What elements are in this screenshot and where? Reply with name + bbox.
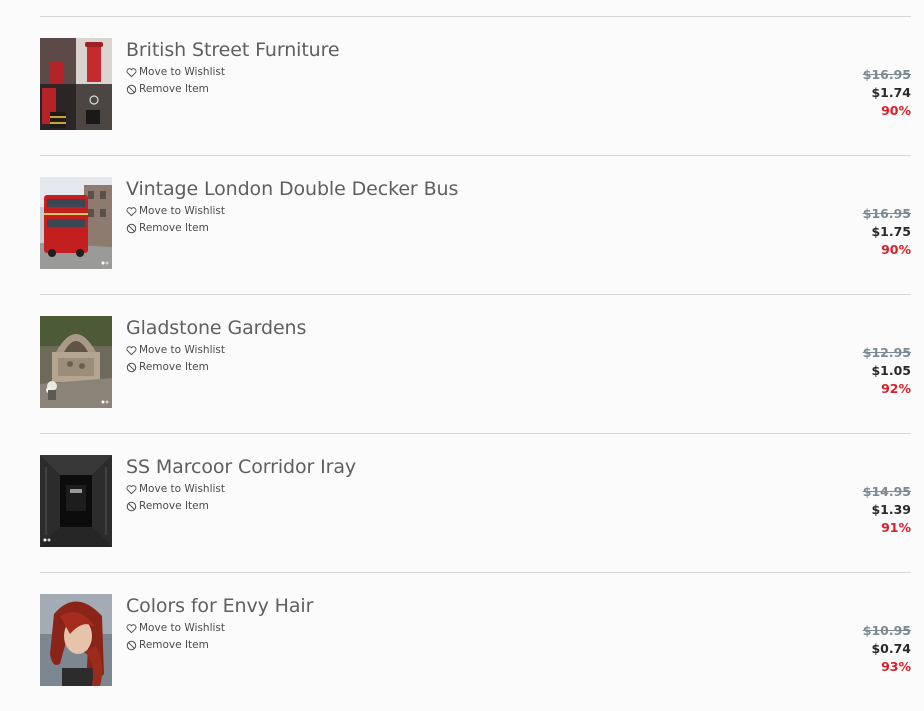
product-title[interactable]: Gladstone Gardens: [126, 317, 306, 339]
discount-percent: 93%: [881, 659, 911, 674]
cart-item: Colors for Envy Hair Move to Wishlist Re…: [40, 572, 911, 711]
remove-item-label: Remove Item: [139, 222, 209, 234]
ban-icon: [126, 362, 137, 373]
remove-item-link[interactable]: Remove Item: [126, 222, 209, 234]
sale-price: $1.05: [871, 363, 911, 378]
product-thumbnail[interactable]: [40, 455, 112, 547]
sale-price: $1.75: [871, 224, 911, 239]
move-to-wishlist-label: Move to Wishlist: [139, 344, 225, 356]
sale-price: $1.74: [871, 85, 911, 100]
price-block: $14.95 $1.39 91%: [863, 483, 911, 537]
product-thumbnail[interactable]: [40, 177, 112, 269]
product-thumbnail[interactable]: [40, 594, 112, 686]
heart-outline-icon: [126, 623, 137, 634]
heart-outline-icon: [126, 484, 137, 495]
remove-item-label: Remove Item: [139, 500, 209, 512]
discount-percent: 91%: [881, 520, 911, 535]
move-to-wishlist-link[interactable]: Move to Wishlist: [126, 205, 225, 217]
discount-percent: 92%: [881, 381, 911, 396]
heart-outline-icon: [126, 206, 137, 217]
sale-price: $1.39: [871, 502, 911, 517]
price-block: $10.95 $0.74 93%: [863, 622, 911, 676]
ban-icon: [126, 223, 137, 234]
original-price: $16.95: [862, 206, 911, 221]
cart-item-list: British Street Furniture Move to Wishlis…: [40, 16, 911, 711]
price-block: $16.95 $1.74 90%: [863, 66, 911, 120]
cart-item: British Street Furniture Move to Wishlis…: [40, 16, 911, 155]
product-title[interactable]: SS Marcoor Corridor Iray: [126, 456, 356, 478]
move-to-wishlist-label: Move to Wishlist: [139, 483, 225, 495]
move-to-wishlist-label: Move to Wishlist: [139, 205, 225, 217]
remove-item-link[interactable]: Remove Item: [126, 639, 209, 651]
cart-item: Gladstone Gardens Move to Wishlist Remov…: [40, 294, 911, 433]
move-to-wishlist-label: Move to Wishlist: [139, 622, 225, 634]
product-thumbnail[interactable]: [40, 316, 112, 408]
discount-percent: 90%: [881, 242, 911, 257]
cart-item: SS Marcoor Corridor Iray Move to Wishlis…: [40, 433, 911, 572]
heart-outline-icon: [126, 67, 137, 78]
remove-item-label: Remove Item: [139, 361, 209, 373]
ban-icon: [126, 84, 137, 95]
ban-icon: [126, 640, 137, 651]
price-block: $16.95 $1.75 90%: [863, 205, 911, 259]
discount-percent: 90%: [881, 103, 911, 118]
ban-icon: [126, 501, 137, 512]
move-to-wishlist-label: Move to Wishlist: [139, 66, 225, 78]
remove-item-label: Remove Item: [139, 639, 209, 651]
remove-item-link[interactable]: Remove Item: [126, 361, 209, 373]
move-to-wishlist-link[interactable]: Move to Wishlist: [126, 622, 225, 634]
product-title[interactable]: Vintage London Double Decker Bus: [126, 178, 458, 200]
original-price: $10.95: [862, 623, 911, 638]
cart-item: Vintage London Double Decker Bus Move to…: [40, 155, 911, 294]
product-thumbnail[interactable]: [40, 38, 112, 130]
move-to-wishlist-link[interactable]: Move to Wishlist: [126, 344, 225, 356]
original-price: $12.95: [862, 345, 911, 360]
move-to-wishlist-link[interactable]: Move to Wishlist: [126, 66, 225, 78]
price-block: $12.95 $1.05 92%: [863, 344, 911, 398]
remove-item-link[interactable]: Remove Item: [126, 83, 209, 95]
original-price: $16.95: [862, 67, 911, 82]
heart-outline-icon: [126, 345, 137, 356]
remove-item-link[interactable]: Remove Item: [126, 500, 209, 512]
product-title[interactable]: Colors for Envy Hair: [126, 595, 313, 617]
original-price: $14.95: [862, 484, 911, 499]
move-to-wishlist-link[interactable]: Move to Wishlist: [126, 483, 225, 495]
remove-item-label: Remove Item: [139, 83, 209, 95]
product-title[interactable]: British Street Furniture: [126, 39, 340, 61]
sale-price: $0.74: [871, 641, 911, 656]
